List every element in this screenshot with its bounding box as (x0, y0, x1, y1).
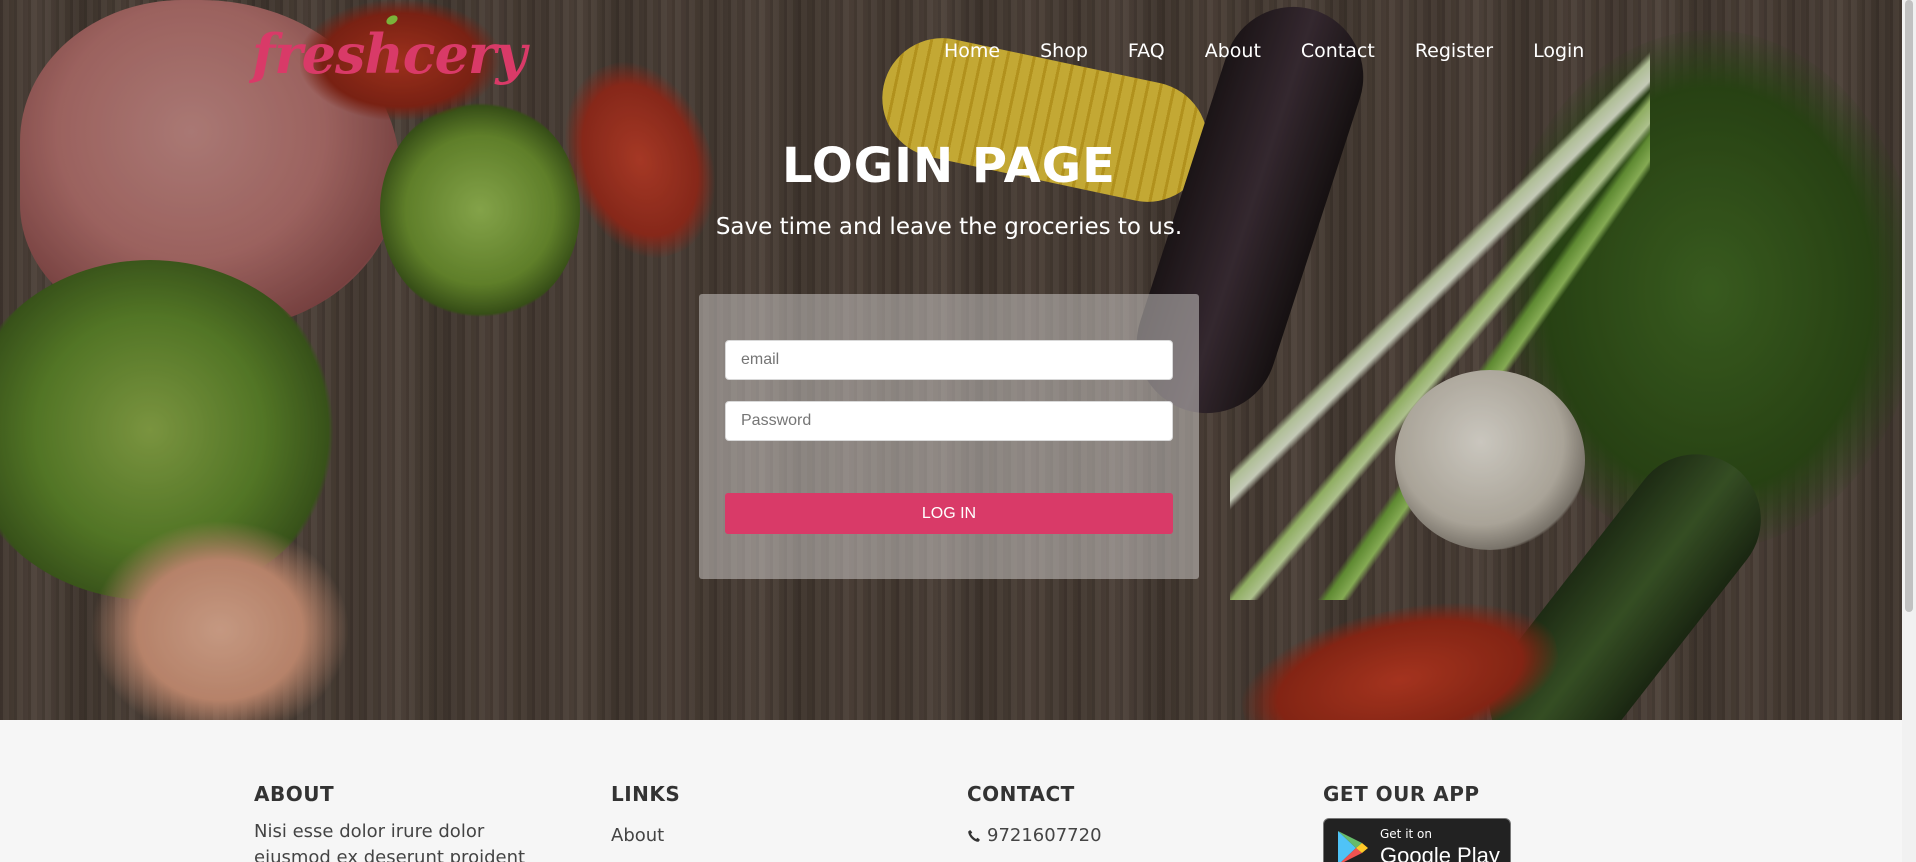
page-title: LOGIN PAGE (782, 138, 1116, 194)
nav-shop[interactable]: Shop (1040, 40, 1088, 62)
footer-links-heading: LINKS (611, 782, 681, 806)
nav-login[interactable]: Login (1533, 40, 1584, 62)
password-field[interactable] (725, 401, 1173, 441)
login-form: LOG IN (699, 294, 1199, 579)
footer-link-about[interactable]: About (611, 825, 680, 846)
nav-contact[interactable]: Contact (1301, 40, 1375, 62)
footer-about-heading: ABOUT (254, 782, 335, 806)
page-subtitle: Save time and leave the groceries to us. (715, 214, 1183, 240)
page-scrollbar[interactable] (1902, 0, 1916, 862)
site-footer: ABOUT Nisi esse dolor irure dolor eiusmo… (0, 720, 1902, 862)
google-play-icon (1338, 831, 1368, 862)
footer-app-heading: GET OUR APP (1323, 782, 1480, 806)
footer-phone: 9721607720 (967, 825, 1102, 846)
badge-small-text: Get it on (1380, 827, 1433, 841)
phone-number: 9721607720 (987, 825, 1102, 846)
phone-icon (968, 829, 980, 842)
footer-contact-heading: CONTACT (967, 782, 1075, 806)
login-button[interactable]: LOG IN (725, 493, 1173, 534)
footer-app: GET OUR APP Get it on Google Play (1323, 782, 1511, 862)
main-nav: Home Shop FAQ About Contact Register Log… (944, 40, 1584, 62)
footer-about: ABOUT Nisi esse dolor irure dolor eiusmo… (254, 782, 564, 862)
brand-logo[interactable]: freshcery (252, 22, 527, 86)
email-field[interactable] (725, 340, 1173, 380)
google-play-badge[interactable]: Get it on Google Play (1323, 818, 1511, 862)
hero-banner: freshcery Home Shop FAQ About Contact Re… (0, 0, 1902, 720)
badge-big-text: Google Play (1380, 843, 1500, 862)
nav-register[interactable]: Register (1415, 40, 1493, 62)
footer-about-text: Nisi esse dolor irure dolor eiusmod ex d… (254, 821, 526, 862)
scrollbar-thumb[interactable] (1905, 0, 1913, 612)
footer-links: LINKS About (611, 782, 680, 846)
footer-contact: CONTACT 9721607720 (967, 782, 1102, 846)
nav-faq[interactable]: FAQ (1128, 40, 1165, 62)
nav-home[interactable]: Home (944, 40, 1000, 62)
nav-about[interactable]: About (1205, 40, 1261, 62)
